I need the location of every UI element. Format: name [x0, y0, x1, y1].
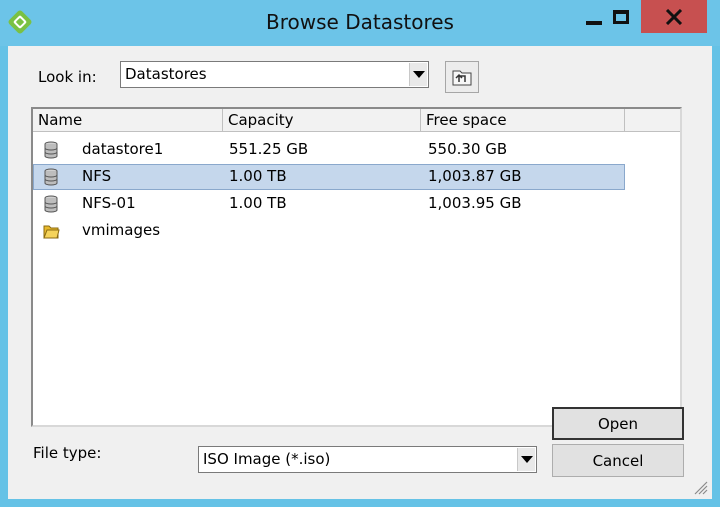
up-one-level-icon: [452, 70, 472, 86]
row-capacity: 1.00 TB: [229, 194, 287, 212]
row-name: NFS: [82, 167, 112, 185]
column-header-name-label: Name: [38, 111, 83, 129]
column-header-capacity[interactable]: Capacity: [223, 109, 421, 132]
column-header-free-space[interactable]: Free space: [421, 109, 625, 132]
row-name: NFS-01: [82, 194, 136, 212]
resize-grip-icon[interactable]: [692, 479, 708, 495]
maximize-button[interactable]: [601, 0, 641, 33]
list-item[interactable]: vmimages: [33, 218, 625, 244]
open-button[interactable]: Open: [552, 407, 684, 440]
look-in-dropdown[interactable]: Datastores: [120, 61, 429, 88]
row-free-space: 550.30 GB: [428, 140, 508, 158]
file-type-dropdown[interactable]: ISO Image (*.iso): [198, 446, 537, 473]
list-item[interactable]: NFS 1.00 TB 1,003.87 GB: [33, 164, 625, 190]
dialog-body: Look in: Datastores Name Capacity Free s…: [8, 46, 712, 499]
up-one-level-button[interactable]: [445, 61, 479, 93]
list-item[interactable]: datastore1 551.25 GB 550.30 GB: [33, 137, 625, 163]
file-type-value: ISO Image (*.iso): [203, 450, 331, 468]
row-capacity: 551.25 GB: [229, 140, 309, 158]
chevron-down-icon[interactable]: [409, 63, 427, 86]
close-button[interactable]: [641, 0, 707, 33]
minimize-icon: [586, 20, 602, 25]
datastore-list[interactable]: Name Capacity Free space datastore1 551.…: [31, 107, 682, 427]
cancel-button[interactable]: Cancel: [552, 444, 684, 477]
column-header-name[interactable]: Name: [33, 109, 223, 132]
chevron-down-icon[interactable]: [517, 448, 535, 471]
row-free-space: 1,003.87 GB: [428, 167, 522, 185]
list-item[interactable]: NFS-01 1.00 TB 1,003.95 GB: [33, 191, 625, 217]
row-free-space: 1,003.95 GB: [428, 194, 522, 212]
datastore-icon: [44, 168, 58, 186]
row-name: datastore1: [82, 140, 164, 158]
column-header-filler: [625, 109, 680, 132]
column-header-capacity-label: Capacity: [228, 111, 294, 129]
column-header-free-space-label: Free space: [426, 111, 507, 129]
file-type-label: File type:: [33, 444, 102, 462]
look-in-label: Look in:: [38, 68, 97, 86]
row-capacity: 1.00 TB: [229, 167, 287, 185]
maximize-icon: [613, 9, 629, 24]
datastore-icon: [44, 195, 58, 213]
look-in-value: Datastores: [125, 65, 207, 83]
datastore-icon: [44, 141, 58, 159]
close-icon: [665, 8, 683, 25]
folder-icon: [43, 225, 60, 239]
row-name: vmimages: [82, 221, 161, 239]
title-bar: Browse Datastores: [0, 0, 720, 46]
